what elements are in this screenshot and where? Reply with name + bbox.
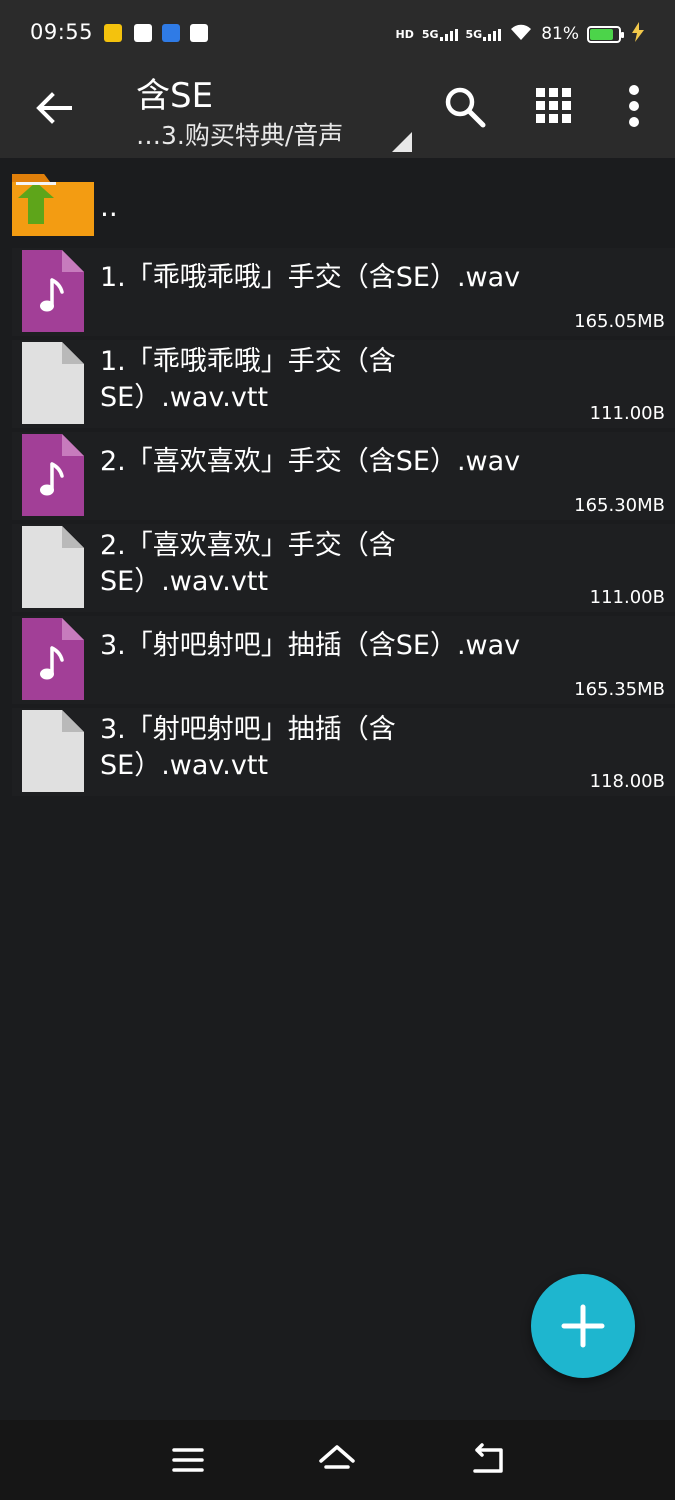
network-type-2: 5G: [465, 27, 483, 41]
path-dropdown-icon[interactable]: [392, 132, 412, 152]
file-row[interactable]: 2.「喜欢喜欢」手交（含SE）.wav 165.30MB: [0, 430, 675, 522]
menu-icon: [172, 1448, 204, 1472]
file-name: 1.「乖哦乖哦」手交（含SE）.wav: [100, 262, 521, 293]
plus-icon: [561, 1304, 605, 1348]
back-arrow-icon: [36, 92, 72, 124]
document-file-icon: [22, 526, 84, 608]
audio-file-icon: [22, 250, 84, 332]
battery-icon: [587, 25, 624, 43]
file-row[interactable]: 3.「射吧射吧」抽插（含SE）.wav.vtt 118.00B: [0, 706, 675, 798]
file-size: 165.35MB: [574, 679, 665, 700]
file-size: 165.30MB: [574, 495, 665, 516]
meituan-icon: [104, 24, 122, 42]
audio-file-icon: [22, 618, 84, 700]
file-row[interactable]: 1.「乖哦乖哦」手交（含SE）.wav.vtt 111.00B: [0, 338, 675, 430]
file-row[interactable]: 1.「乖哦乖哦」手交（含SE）.wav 165.05MB: [0, 246, 675, 338]
file-size: 165.05MB: [574, 311, 665, 332]
search-button[interactable]: [440, 82, 488, 130]
signal-2-icon: 5G: [466, 28, 502, 41]
status-time: 09:55: [30, 20, 94, 44]
parent-directory-label: ..: [100, 190, 118, 223]
file-name: 2.「喜欢喜欢」手交（含SE）.wav.vtt: [100, 530, 396, 597]
file-name: 1.「乖哦乖哦」手交（含SE）.wav.vtt: [100, 346, 396, 413]
document-file-icon: [22, 342, 84, 424]
status-indicators: HD 5G 5G 81%: [395, 20, 647, 48]
parent-directory-row[interactable]: ..: [0, 160, 675, 246]
back-button[interactable]: [30, 84, 78, 132]
browser-icon: [162, 24, 180, 42]
file-name: 3.「射吧射吧」抽插（含SE）.wav: [100, 630, 521, 661]
charging-icon: [629, 21, 647, 47]
network-type-1: 5G: [421, 27, 439, 41]
grid-view-icon: [536, 88, 571, 123]
folder-up-icon: [12, 174, 94, 236]
file-size: 111.00B: [589, 587, 665, 608]
home-icon: [319, 1445, 355, 1469]
search-icon: [445, 87, 486, 128]
file-size: 111.00B: [589, 403, 665, 424]
file-name: 3.「射吧射吧」抽插（含SE）.wav.vtt: [100, 714, 396, 781]
back-nav-icon: [473, 1443, 503, 1473]
recent-apps-button[interactable]: [168, 1440, 208, 1480]
back-nav-button[interactable]: [467, 1440, 507, 1480]
wifi-icon: [509, 23, 533, 46]
battery-fill: [590, 28, 613, 40]
hd-indicator: HD: [395, 28, 413, 41]
app-toolbar: 含SE …3.购买特典/音声: [0, 64, 675, 158]
file-name: 2.「喜欢喜欢」手交（含SE）.wav: [100, 446, 521, 477]
sync-icon: [190, 24, 208, 42]
file-list: .. 1.「乖哦乖哦」手交（含SE）.wav 165.05MB 1.「乖哦乖哦」手交…: [0, 160, 675, 798]
audio-file-icon: [22, 434, 84, 516]
file-size: 118.00B: [589, 771, 665, 792]
add-fab-button[interactable]: [531, 1274, 635, 1378]
file-row[interactable]: 2.「喜欢喜欢」手交（含SE）.wav.vtt 111.00B: [0, 522, 675, 614]
message-icon: [134, 24, 152, 42]
file-row[interactable]: 3.「射吧射吧」抽插（含SE）.wav 165.35MB: [0, 614, 675, 706]
battery-percent: 81%: [541, 24, 579, 44]
more-options-button[interactable]: [610, 82, 658, 130]
more-vert-icon: [629, 85, 639, 127]
home-button[interactable]: [317, 1440, 357, 1480]
document-file-icon: [22, 710, 84, 792]
signal-1-icon: 5G: [422, 28, 458, 41]
folder-path[interactable]: …3.购买特典/音声: [136, 116, 343, 152]
system-nav-bar: [0, 1420, 675, 1500]
folder-title: 含SE: [136, 76, 214, 116]
grid-view-button[interactable]: [530, 82, 578, 130]
hd-label: HD: [395, 27, 414, 41]
status-bar: 09:55 HD 5G 5G 81%: [0, 0, 675, 64]
